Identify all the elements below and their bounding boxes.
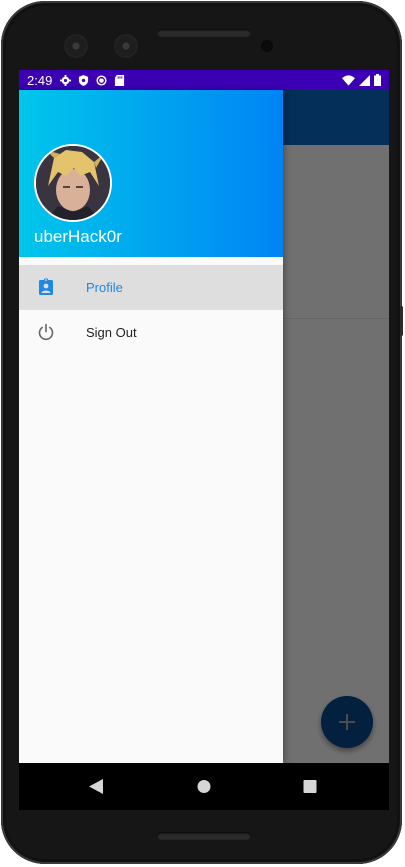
recents-icon[interactable] (303, 779, 317, 794)
drawer-username: uberHack0r (34, 227, 122, 246)
bottom-speaker (157, 832, 251, 840)
battery-icon (374, 74, 381, 86)
avatar-portrait-icon (36, 146, 110, 220)
back-icon[interactable] (89, 779, 103, 794)
profile-badge-icon (39, 278, 53, 295)
avatar[interactable] (34, 144, 112, 222)
power-icon (38, 323, 54, 341)
status-bar: 2:49 (19, 70, 389, 90)
proximity-sensor (261, 40, 273, 52)
wifi-icon (342, 74, 355, 86)
drawer-item-sign-out[interactable]: Sign Out (19, 310, 283, 354)
top-speaker (157, 29, 251, 37)
sync-icon (96, 74, 107, 86)
shield-icon (79, 74, 89, 86)
drawer-item-profile[interactable]: Profile (19, 265, 283, 309)
system-nav-bar (19, 763, 389, 810)
app-surface: uberHack0r Profile Sign Out (19, 90, 389, 763)
phone-frame: 2:49 uberHack0r Profile Sign Out (1, 1, 403, 864)
home-icon[interactable] (197, 779, 211, 794)
status-time: 2:49 (27, 72, 53, 88)
front-camera-left (66, 36, 86, 56)
sd-card-icon (115, 74, 125, 86)
drawer-item-label: Sign Out (86, 325, 137, 340)
power-button (400, 306, 403, 336)
drawer-header: uberHack0r (19, 90, 283, 257)
gear-icon (60, 74, 72, 86)
navigation-drawer: uberHack0r Profile Sign Out (19, 90, 283, 763)
drawer-item-label: Profile (86, 280, 123, 295)
signal-icon (359, 74, 370, 86)
screen: 2:49 uberHack0r Profile Sign Out (19, 70, 389, 810)
status-right-icons (342, 74, 381, 86)
front-camera-right (116, 36, 136, 56)
